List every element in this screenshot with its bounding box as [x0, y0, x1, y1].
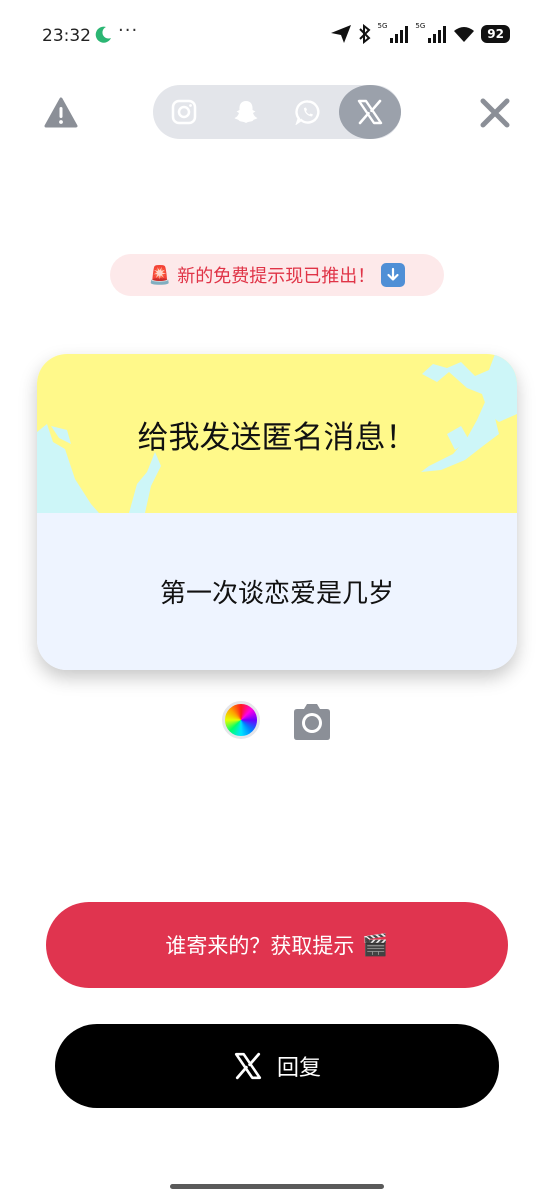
whatsapp-icon	[295, 100, 320, 125]
new-hints-banner[interactable]: 🚨 新的免费提示现已推出！	[110, 254, 444, 296]
x-option[interactable]	[339, 85, 401, 139]
card-title: 给我发送匿名消息！	[137, 420, 417, 456]
x-logo-icon	[234, 1052, 262, 1080]
get-hint-button[interactable]: 谁寄来的？获取提示 🎬	[46, 902, 508, 988]
clapperboard-icon: 🎬	[362, 932, 389, 957]
battery-level: 92	[481, 25, 510, 43]
card-question: 第一次谈恋爱是几岁	[159, 579, 394, 609]
close-icon[interactable]	[478, 96, 512, 130]
network-type-label-2: 5G	[415, 22, 426, 30]
snapchat-option[interactable]	[215, 85, 277, 139]
instagram-option[interactable]	[153, 85, 215, 139]
network-type-label: 5G	[377, 22, 388, 30]
status-time: 23:32	[42, 26, 91, 46]
status-bar: 23:32 ··· 5G 5G 92	[0, 0, 554, 70]
color-picker-icon[interactable]	[222, 701, 260, 739]
status-icons: 5G 5G 92	[330, 22, 510, 44]
siren-icon: 🚨	[148, 264, 172, 286]
camera-icon[interactable]	[290, 700, 334, 744]
more-notifications-icon: ···	[118, 20, 139, 41]
banner-text: 新的免费提示现已推出！	[177, 266, 376, 287]
moon-app-icon	[92, 24, 114, 50]
warning-icon[interactable]	[44, 96, 78, 130]
down-arrow-icon	[381, 263, 406, 287]
wifi-icon	[454, 27, 475, 42]
message-card: 给我发送匿名消息！ 第一次谈恋爱是几岁	[37, 354, 517, 670]
share-platform-selector	[153, 85, 401, 139]
bluetooth-icon	[358, 24, 371, 44]
card-body: 第一次谈恋爱是几岁	[37, 513, 517, 670]
reply-button-label: 回复	[276, 1056, 321, 1081]
reply-button[interactable]: 回复	[55, 1024, 499, 1108]
x-icon	[357, 99, 383, 125]
signal-icon	[390, 26, 409, 43]
home-indicator[interactable]	[170, 1184, 384, 1189]
signal-icon-2	[428, 26, 447, 43]
hint-button-label: 谁寄来的？获取提示	[165, 934, 355, 958]
card-header: 给我发送匿名消息！	[37, 354, 517, 513]
whatsapp-option[interactable]	[277, 85, 339, 139]
snapchat-icon	[234, 101, 258, 123]
instagram-icon	[171, 99, 197, 125]
send-icon	[330, 25, 351, 43]
